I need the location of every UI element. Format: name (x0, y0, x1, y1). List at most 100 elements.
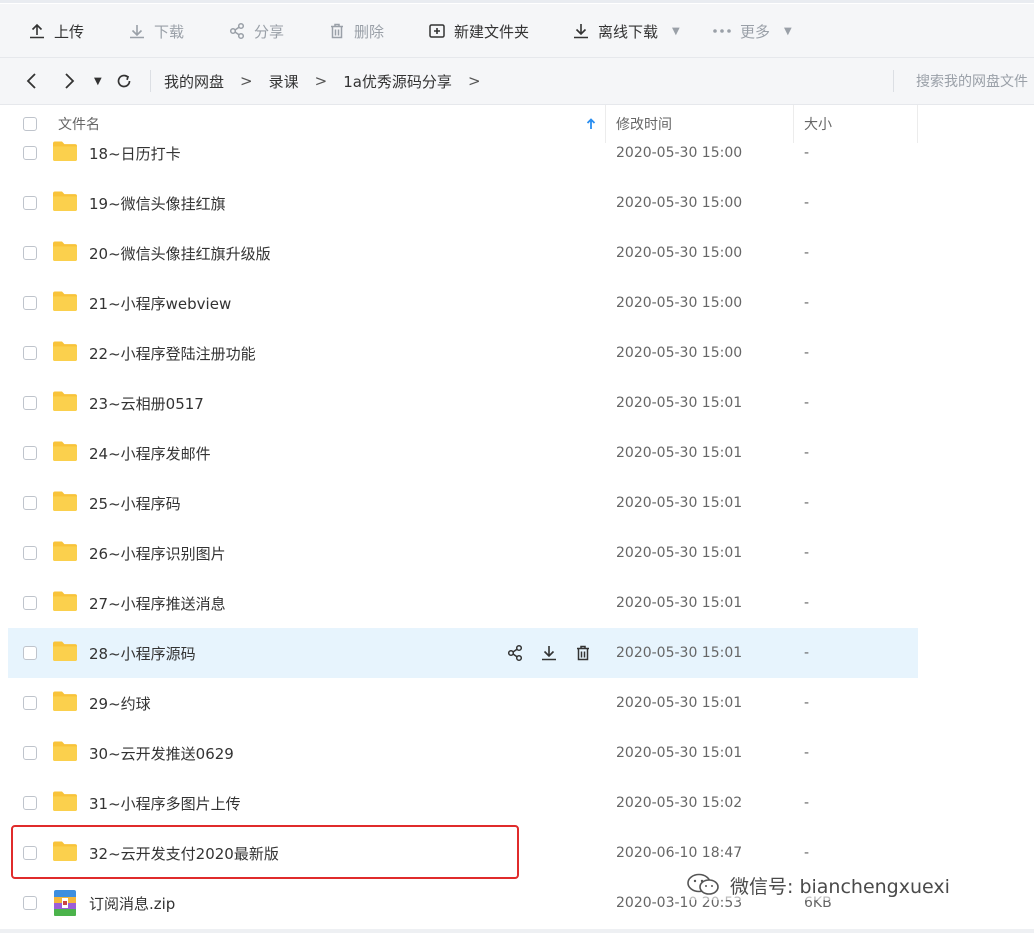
file-name[interactable]: 20~微信头像挂红旗升级版 (89, 228, 271, 278)
file-row[interactable]: 19~微信头像挂红旗 2020-05-30 15:00 - (8, 178, 918, 228)
folder-icon (52, 590, 78, 616)
upload-label: 上传 (54, 22, 85, 41)
trash-icon (331, 23, 343, 39)
forward-icon[interactable] (62, 58, 76, 104)
file-row[interactable]: 21~小程序webview 2020-05-30 15:00 - (8, 278, 918, 328)
trash-icon[interactable] (574, 644, 592, 662)
highlight-annotation-box (11, 825, 519, 879)
file-row[interactable]: 28~小程序源码 2020-05-30 15:01 - (8, 628, 918, 678)
file-row[interactable]: 22~小程序登陆注册功能 2020-05-30 15:00 - (8, 328, 918, 378)
file-name[interactable]: 19~微信头像挂红旗 (89, 178, 226, 228)
breadcrumb-item-courses[interactable]: 录课 (269, 71, 299, 92)
more-label: 更多 (740, 22, 771, 41)
file-row[interactable]: 26~小程序识别图片 2020-05-30 15:01 - (8, 528, 918, 578)
row-checkbox[interactable] (23, 596, 37, 610)
file-name[interactable]: 25~小程序码 (89, 478, 181, 528)
file-size: - (804, 695, 810, 711)
delete-button[interactable]: 删除 (328, 4, 384, 58)
file-row[interactable]: 24~小程序发邮件 2020-05-30 15:01 - (8, 428, 918, 478)
chevron-down-icon[interactable]: ▼ (784, 26, 792, 37)
new-folder-label: 新建文件夹 (454, 22, 530, 41)
offline-download-icon (574, 24, 588, 39)
modified-time: 2020-05-30 15:01 (616, 445, 743, 461)
file-list: 18~日历打卡 2020-05-30 15:00 - 19~微信头像挂红旗 2020-0… (8, 129, 1034, 933)
breadcrumb-item-my-drive[interactable]: 我的网盘 (164, 71, 224, 92)
file-name[interactable]: 31~小程序多图片上传 (89, 778, 241, 828)
row-actions (506, 628, 608, 678)
folder-icon (52, 340, 78, 366)
download-icon (130, 25, 144, 39)
share-icon[interactable] (506, 644, 524, 662)
file-row[interactable]: 27~小程序推送消息 2020-05-30 15:01 - (8, 578, 918, 628)
file-name[interactable]: 23~云相册0517 (89, 378, 204, 428)
more-button[interactable]: 更多 ▼ (712, 4, 792, 58)
file-size: - (804, 595, 810, 611)
file-row[interactable]: 29~约球 2020-05-30 15:01 - (8, 678, 918, 728)
watermark-text: 微信号: bianchengxuexi (730, 875, 950, 898)
file-size: - (804, 295, 810, 311)
file-row[interactable]: 31~小程序多图片上传 2020-05-30 15:02 - (8, 778, 918, 828)
search-input[interactable]: 搜索我的网盘文件 (916, 58, 1034, 104)
file-name[interactable]: 26~小程序识别图片 (89, 528, 226, 578)
folder-icon (52, 390, 78, 416)
row-checkbox[interactable] (23, 296, 37, 310)
modified-time: 2020-05-30 15:01 (616, 395, 743, 411)
row-checkbox[interactable] (23, 246, 37, 260)
file-row[interactable]: 23~云相册0517 2020-05-30 15:01 - (8, 378, 918, 428)
file-size: - (804, 645, 810, 661)
row-checkbox[interactable] (23, 646, 37, 660)
file-row[interactable]: 30~云开发推送0629 2020-05-30 15:01 - (8, 728, 918, 778)
folder-icon (52, 290, 78, 316)
back-icon[interactable] (25, 58, 39, 104)
folder-icon (52, 640, 78, 666)
file-name[interactable]: 订阅消息.zip (89, 878, 175, 928)
breadcrumb-item-source-share[interactable]: 1a优秀源码分享 (343, 71, 452, 92)
file-name[interactable]: 27~小程序推送消息 (89, 578, 226, 628)
download-icon[interactable] (540, 644, 558, 662)
row-checkbox[interactable] (23, 796, 37, 810)
file-size: - (804, 795, 810, 811)
search-divider (893, 70, 894, 92)
file-size: - (804, 445, 810, 461)
download-button[interactable]: 下载 (128, 4, 184, 58)
chevron-down-icon[interactable]: ▼ (672, 26, 680, 37)
share-button[interactable]: 分享 (228, 4, 284, 58)
file-size: - (804, 195, 810, 211)
file-name[interactable]: 21~小程序webview (89, 278, 231, 328)
file-row[interactable]: 18~日历打卡 2020-05-30 15:00 - (8, 129, 918, 178)
history-dropdown-icon[interactable]: ▼ (94, 58, 102, 104)
file-name[interactable]: 22~小程序登陆注册功能 (89, 328, 256, 378)
folder-icon (52, 540, 78, 566)
download-label: 下载 (154, 22, 185, 41)
row-checkbox[interactable] (23, 496, 37, 510)
more-dots-icon (713, 29, 731, 33)
upload-button[interactable]: 上传 (28, 4, 84, 58)
row-checkbox[interactable] (23, 346, 37, 360)
row-checkbox[interactable] (23, 396, 37, 410)
row-checkbox[interactable] (23, 746, 37, 760)
row-checkbox[interactable] (23, 896, 37, 910)
row-checkbox[interactable] (23, 696, 37, 710)
modified-time: 2020-05-30 15:01 (616, 745, 743, 761)
file-name[interactable]: 29~约球 (89, 678, 151, 728)
file-name[interactable]: 30~云开发推送0629 (89, 728, 234, 778)
file-name[interactable]: 18~日历打卡 (89, 129, 181, 178)
folder-icon (52, 740, 78, 766)
row-checkbox[interactable] (23, 146, 37, 160)
file-row[interactable]: 20~微信头像挂红旗升级版 2020-05-30 15:00 - (8, 228, 918, 278)
file-row[interactable]: 25~小程序码 2020-05-30 15:01 - (8, 478, 918, 528)
file-size: - (804, 245, 810, 261)
row-checkbox[interactable] (23, 446, 37, 460)
offline-download-button[interactable]: 离线下载 ▼ (572, 4, 680, 58)
row-checkbox[interactable] (23, 196, 37, 210)
new-folder-button[interactable]: 新建文件夹 (428, 4, 529, 58)
row-checkbox[interactable] (23, 546, 37, 560)
refresh-icon[interactable] (115, 58, 133, 104)
modified-time: 2020-05-30 15:02 (616, 795, 743, 811)
modified-time: 2020-05-30 15:00 (616, 195, 743, 211)
file-name[interactable]: 24~小程序发邮件 (89, 428, 211, 478)
breadcrumb-separator[interactable]: > (468, 72, 481, 90)
breadcrumb: 我的网盘 > 录课 > 1a优秀源码分享 > (164, 58, 497, 104)
folder-icon (52, 240, 78, 266)
file-name[interactable]: 28~小程序源码 (89, 628, 196, 678)
